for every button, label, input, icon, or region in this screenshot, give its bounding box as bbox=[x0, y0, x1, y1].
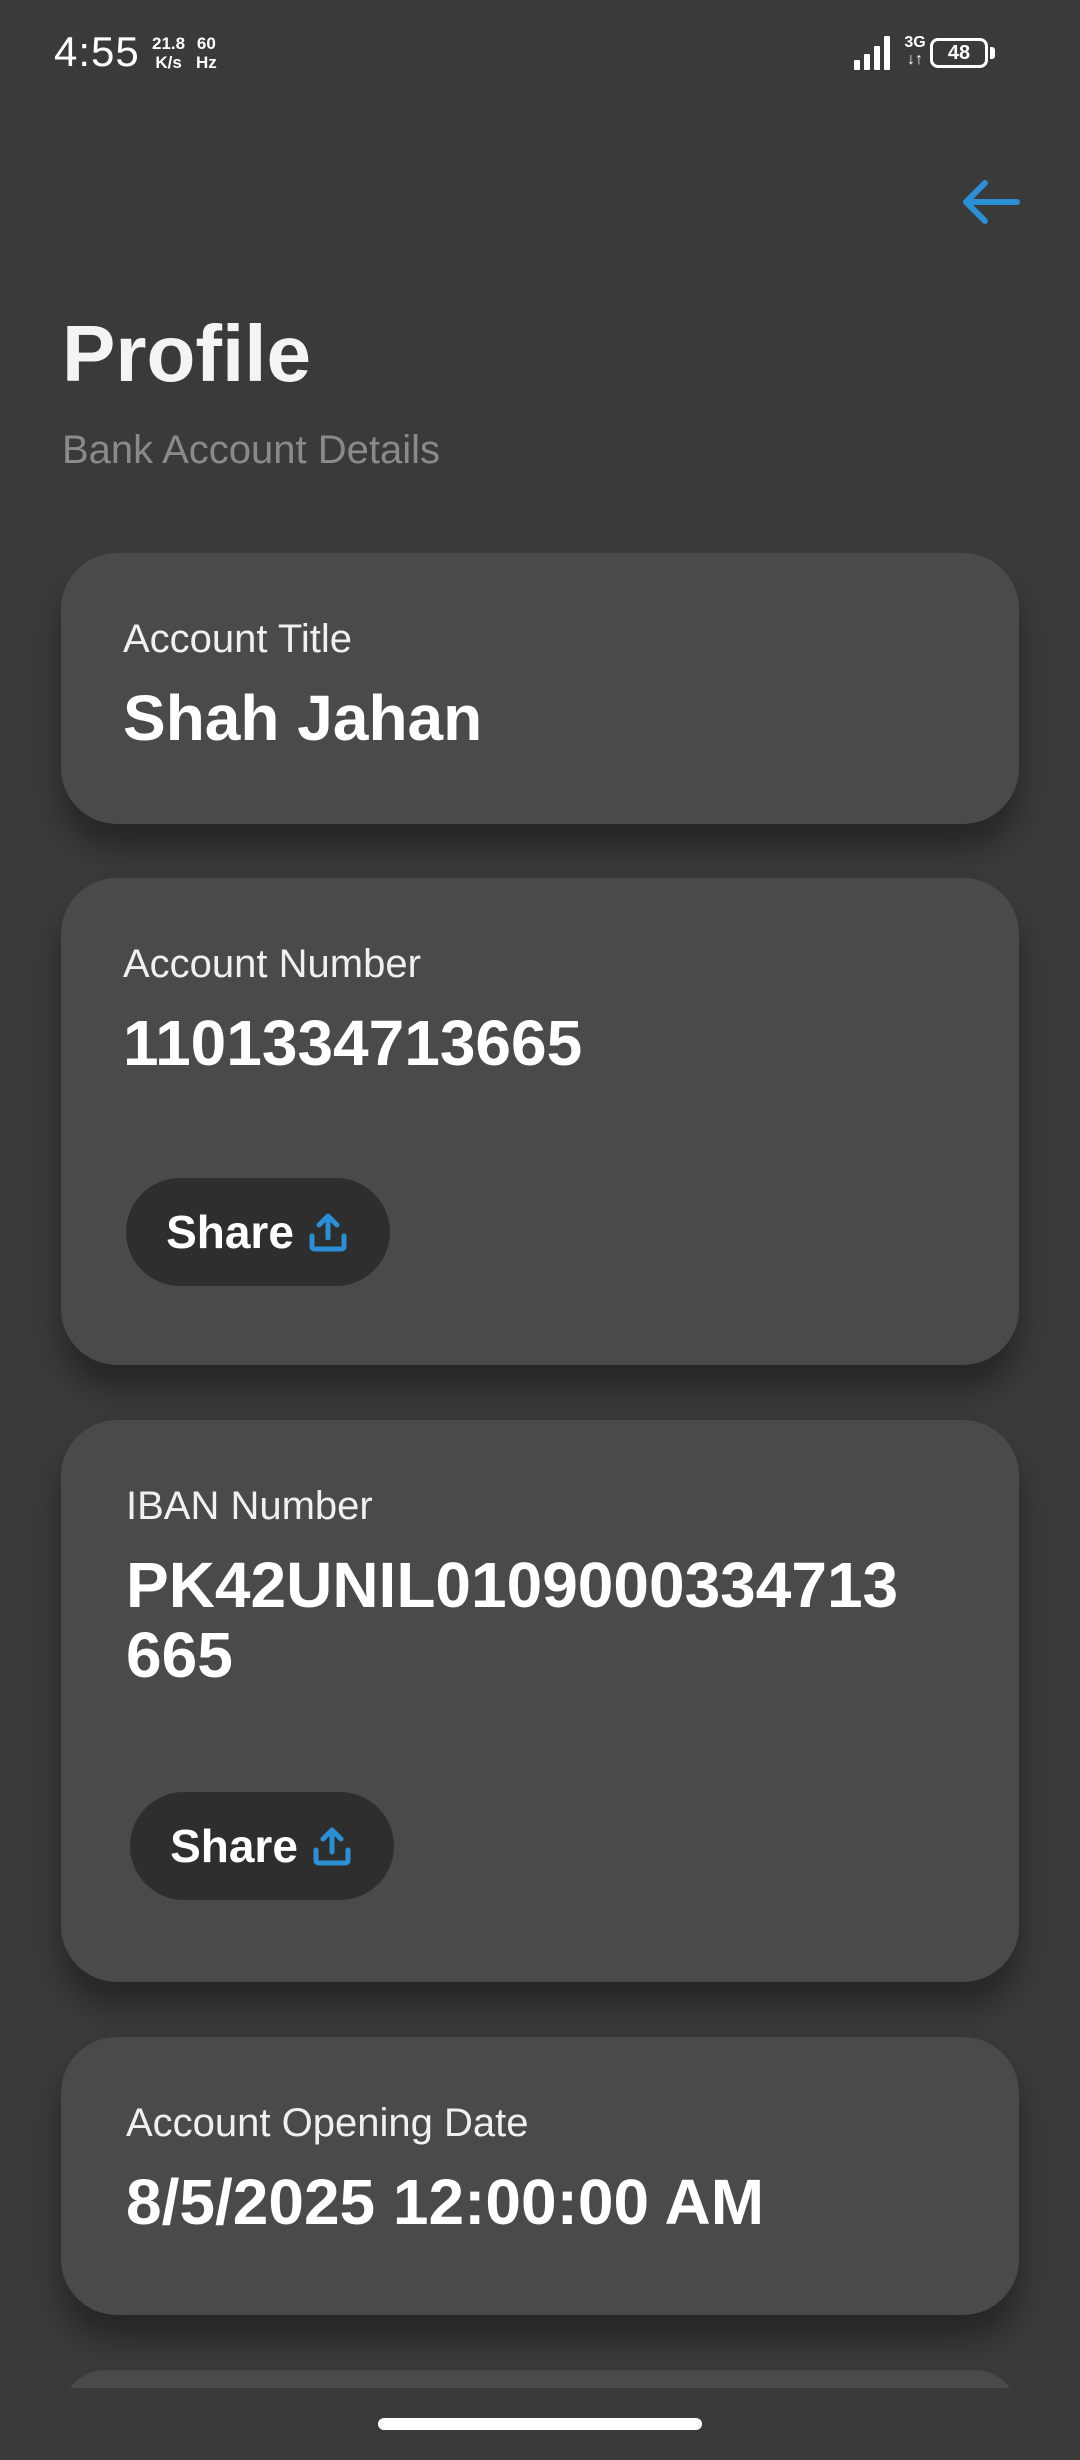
battery-icon: 48 bbox=[930, 38, 988, 68]
share-button-label: Share bbox=[170, 1820, 298, 1872]
profile-screen: 4:55 21.8 K/s 60 Hz 3G ↓↑ 48 Profile Ban… bbox=[0, 0, 1080, 2460]
signal-icon bbox=[854, 36, 896, 70]
iban-value-line1: PK42UNIL0109000334713 bbox=[126, 1549, 899, 1621]
battery-level: 48 bbox=[947, 42, 971, 64]
battery-tip bbox=[990, 47, 995, 59]
network-speed-unit: K/s bbox=[155, 53, 182, 72]
opening-date-card: Account Opening Date 8/5/2025 12:00:00 A… bbox=[61, 2037, 1019, 2315]
network-speed: 21.8 K/s bbox=[152, 34, 185, 72]
refresh-rate: 60 Hz bbox=[196, 34, 217, 72]
share-icon bbox=[313, 1827, 351, 1866]
iban-card: IBAN Number PK42UNIL0109000334713 665 Sh… bbox=[61, 1420, 1019, 1982]
status-bar: 4:55 21.8 K/s 60 Hz 3G ↓↑ 48 bbox=[0, 0, 1080, 110]
account-title-card: Account Title Shah Jahan bbox=[61, 553, 1019, 824]
account-number-value: 1101334713665 bbox=[123, 1007, 583, 1079]
home-indicator[interactable] bbox=[378, 2418, 702, 2430]
account-title-value: Shah Jahan bbox=[123, 682, 483, 754]
share-account-number-button[interactable]: Share bbox=[126, 1178, 390, 1286]
share-iban-button[interactable]: Share bbox=[130, 1792, 394, 1900]
share-button-label: Share bbox=[166, 1206, 294, 1258]
opening-date-value: 8/5/2025 12:00:00 AM bbox=[126, 2166, 765, 2238]
iban-label: IBAN Number bbox=[126, 1484, 373, 1528]
refresh-rate-unit: Hz bbox=[196, 53, 217, 72]
account-number-label: Account Number bbox=[123, 942, 421, 986]
account-title-label: Account Title bbox=[123, 617, 353, 661]
page-title: Profile bbox=[62, 309, 311, 398]
data-activity-icon: ↓↑ bbox=[907, 51, 923, 68]
network-type: 3G ↓↑ bbox=[902, 34, 928, 68]
status-time: 4:55 bbox=[54, 28, 140, 75]
refresh-rate-value: 60 bbox=[196, 34, 216, 53]
network-type-label: 3G bbox=[904, 34, 926, 51]
network-speed-value: 21.8 bbox=[152, 34, 186, 53]
iban-value-line2: 665 bbox=[126, 1619, 233, 1691]
account-number-card: Account Number 1101334713665 Share bbox=[61, 878, 1019, 1365]
share-icon bbox=[309, 1213, 347, 1252]
arrow-left-icon bbox=[963, 180, 1020, 224]
back-button[interactable] bbox=[955, 170, 1025, 234]
opening-date-label: Account Opening Date bbox=[126, 2101, 529, 2145]
page-subtitle: Bank Account Details bbox=[62, 428, 440, 472]
